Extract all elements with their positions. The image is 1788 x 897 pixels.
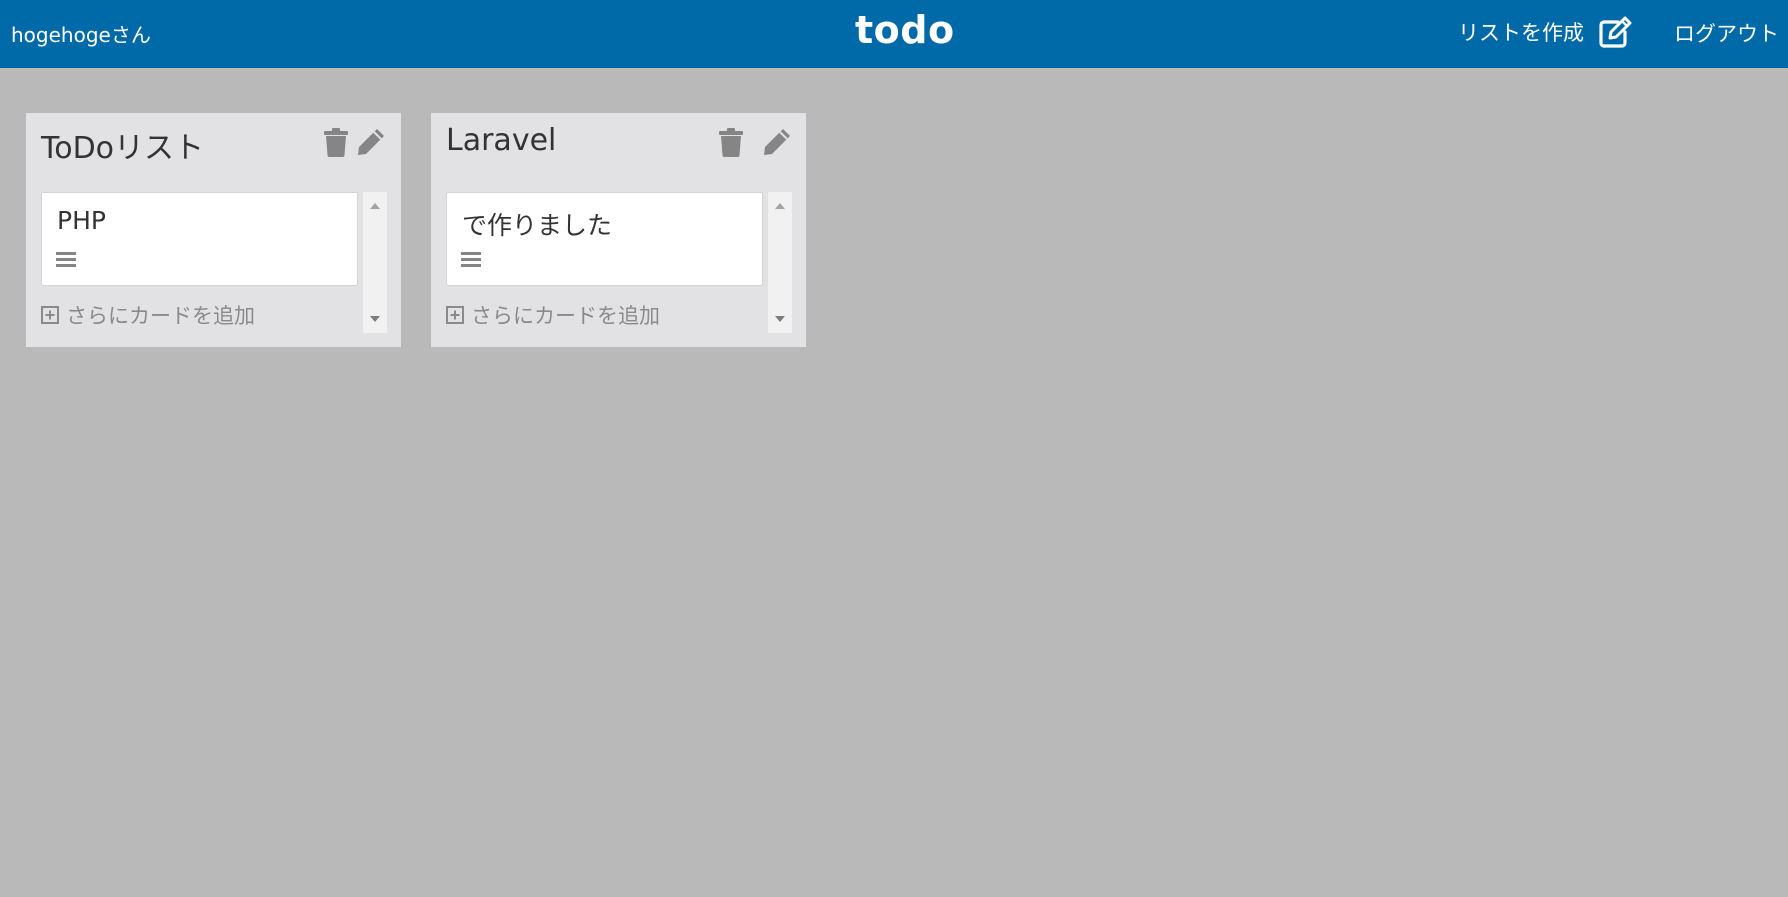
card-title: PHP: [57, 206, 106, 235]
list-todo: ToDoリスト PHP さらにカードを追加: [26, 113, 401, 347]
user-greeting: hogehogeさん: [11, 23, 151, 47]
pencil-icon: [358, 129, 384, 155]
card-title: で作りました: [462, 211, 613, 240]
scroll-up-arrow[interactable]: [775, 203, 785, 209]
list-title: Laravel: [446, 123, 557, 158]
card[interactable]: PHP: [41, 192, 358, 286]
description-lines-icon: [56, 252, 76, 267]
card-container: PHP さらにカードを追加: [41, 192, 387, 333]
list-title: ToDoリスト: [41, 131, 205, 166]
delete-list-button[interactable]: [715, 125, 747, 159]
trash-icon: [719, 128, 743, 157]
add-card-button[interactable]: さらにカードを追加: [41, 303, 255, 328]
scroll-down-arrow[interactable]: [775, 316, 785, 322]
top-navbar: hogehogeさん todo リストを作成 ログアウト: [0, 0, 1788, 68]
create-list-label: リストを作成: [1458, 21, 1584, 45]
add-card-label: さらにカードを追加: [66, 304, 255, 328]
plus-box-icon: [446, 306, 464, 324]
scroll-up-arrow[interactable]: [370, 203, 380, 209]
edit-list-button[interactable]: [761, 125, 793, 159]
edit-list-button[interactable]: [355, 125, 387, 159]
create-list-button[interactable]: リストを作成: [1458, 14, 1632, 50]
description-lines-icon: [461, 252, 481, 267]
edit-icon: [1598, 16, 1632, 48]
delete-list-button[interactable]: [320, 125, 352, 159]
logout-link[interactable]: ログアウト: [1674, 18, 1779, 48]
scroll-down-arrow[interactable]: [370, 316, 380, 322]
add-card-label: さらにカードを追加: [471, 304, 660, 328]
app-brand[interactable]: todo: [855, 8, 955, 52]
card-container: で作りました さらにカードを追加: [446, 192, 792, 333]
card-scrollbar[interactable]: [363, 192, 387, 333]
add-card-button[interactable]: さらにカードを追加: [446, 303, 660, 328]
plus-box-icon: [41, 306, 59, 324]
list-laravel: Laravel で作りました さらにカードを追加: [431, 113, 806, 347]
card-scrollbar[interactable]: [768, 192, 792, 333]
card[interactable]: で作りました: [446, 192, 763, 286]
pencil-icon: [764, 129, 790, 155]
trash-icon: [324, 128, 348, 157]
